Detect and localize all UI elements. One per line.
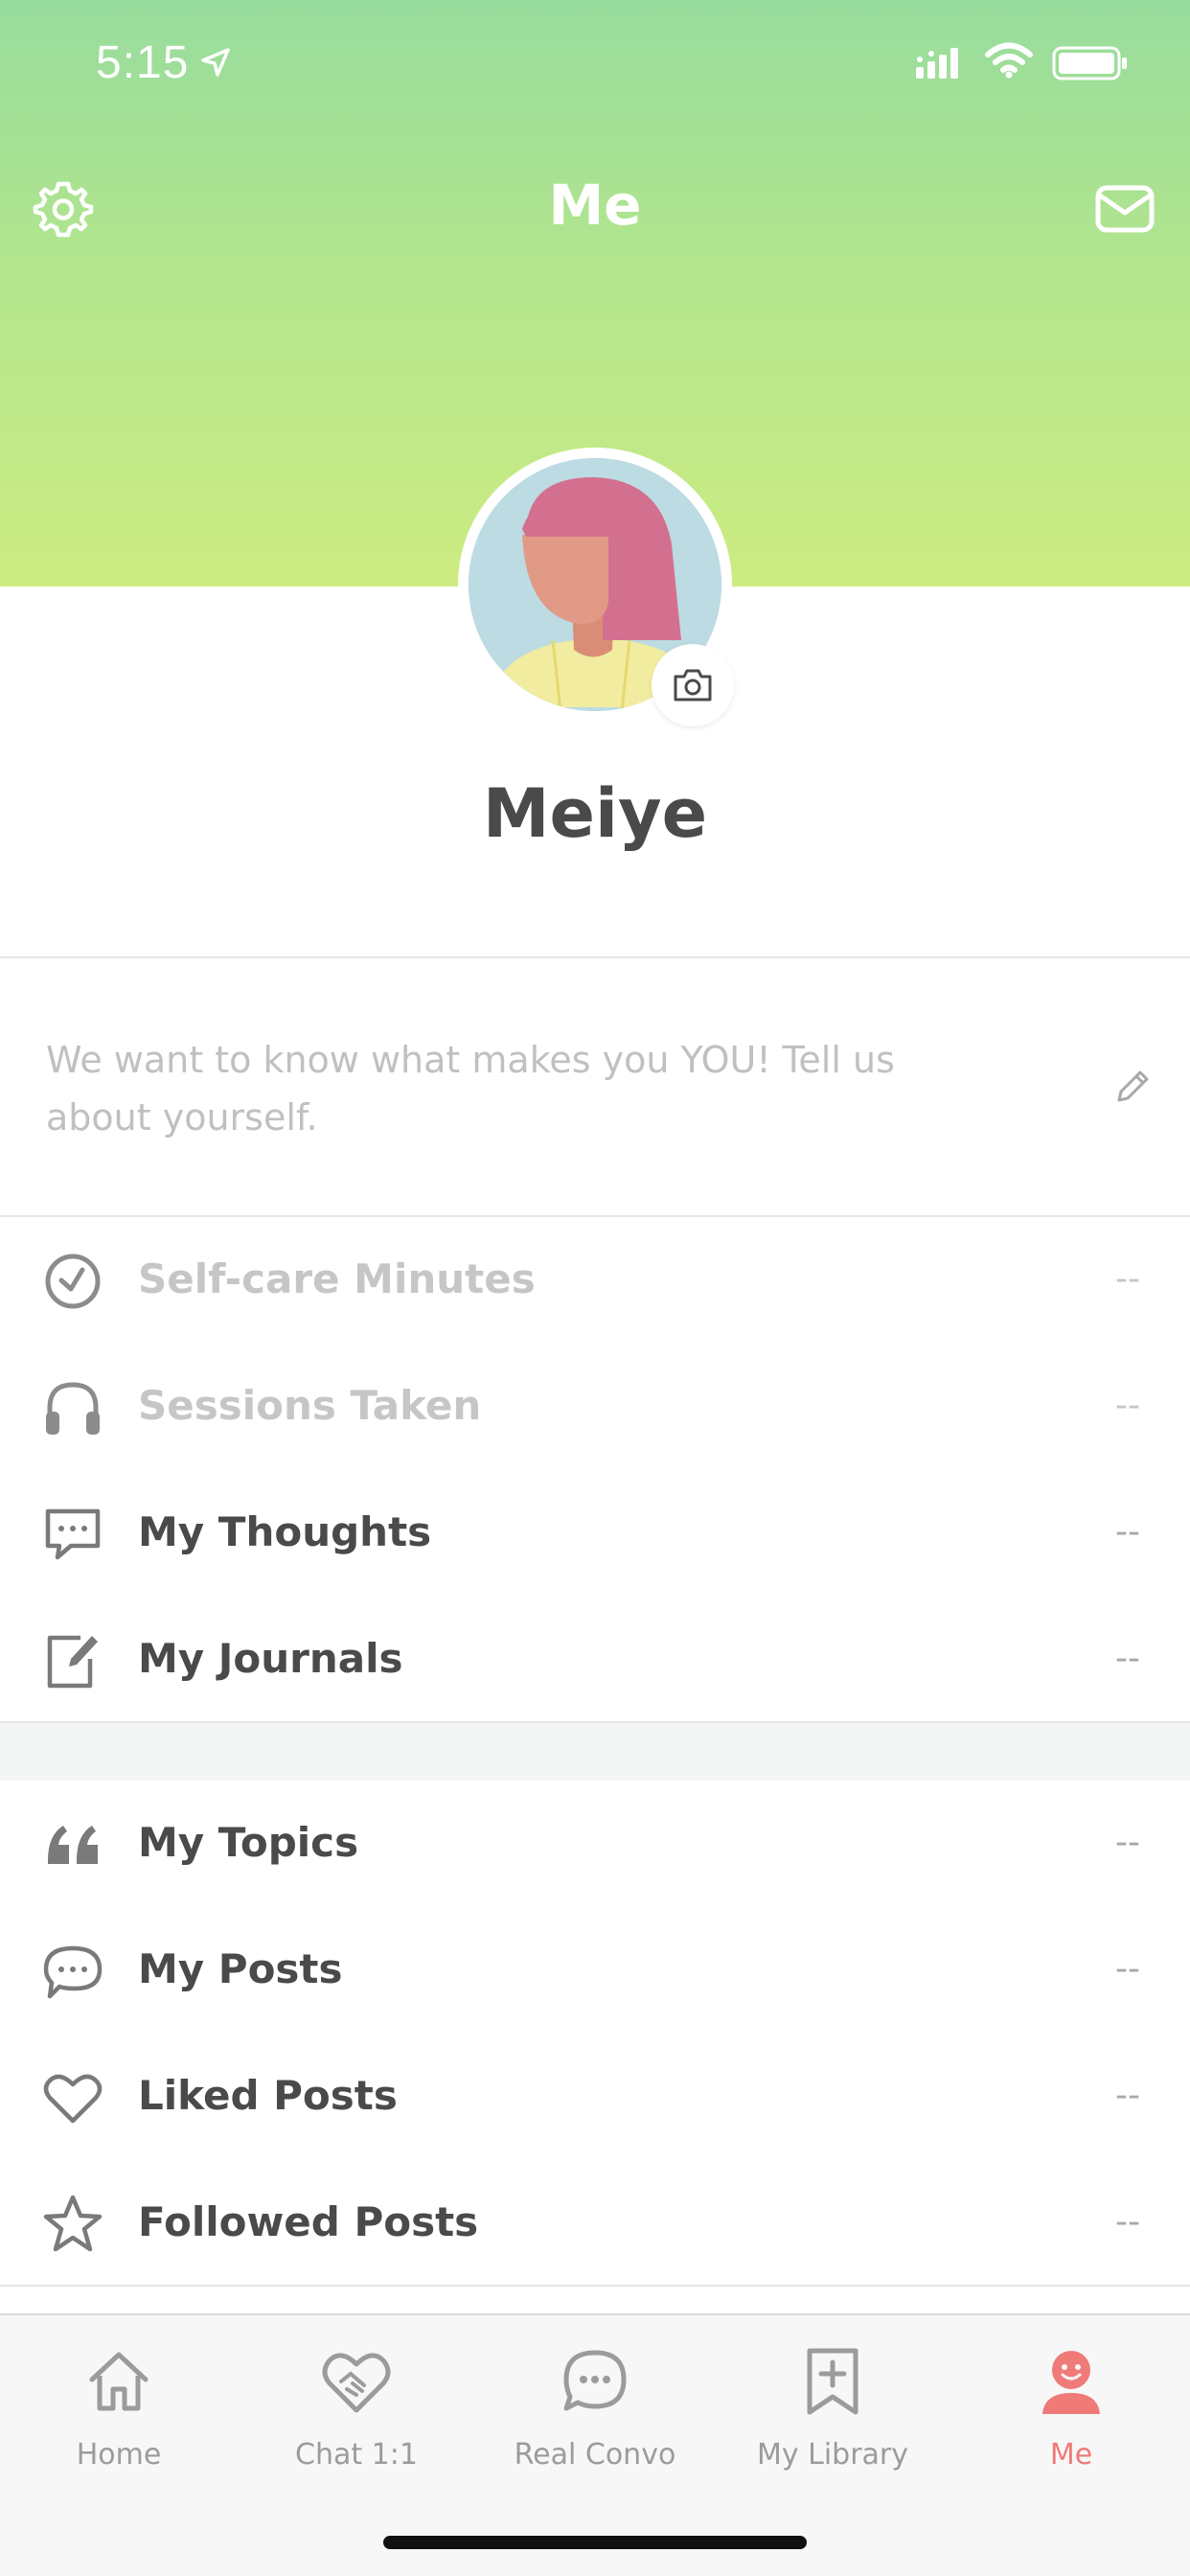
stat-label: Self-care Minutes	[138, 1255, 536, 1302]
tab-label: My Library	[756, 2438, 909, 2472]
row-value: --	[1115, 2202, 1140, 2242]
status-bar: 5:15	[0, 0, 1190, 125]
stat-row-my-thoughts[interactable]: My Thoughts --	[0, 1470, 1190, 1597]
tab-chat[interactable]: Chat 1:1	[238, 2340, 475, 2484]
handshake-heart-icon	[238, 2340, 475, 2423]
row-label: Followed Posts	[138, 2198, 479, 2245]
tab-label: Chat 1:1	[295, 2438, 418, 2472]
stat-row-my-journals[interactable]: My Journals --	[0, 1597, 1190, 1723]
bookmark-plus-icon	[714, 2340, 951, 2423]
tab-label: Home	[76, 2438, 162, 2472]
stat-value: --	[1115, 1512, 1140, 1552]
stat-label: My Thoughts	[138, 1508, 432, 1555]
row-label: Liked Posts	[138, 2072, 398, 2119]
journal-edit-icon	[42, 1630, 103, 1691]
stat-value: --	[1115, 1639, 1140, 1678]
cellular-signal-icon	[916, 48, 958, 79]
stat-value: --	[1115, 1259, 1140, 1299]
tab-real-convo[interactable]: Real Convo	[476, 2340, 714, 2484]
row-followed-posts[interactable]: Followed Posts --	[0, 2160, 1190, 2287]
row-liked-posts[interactable]: Liked Posts --	[0, 2034, 1190, 2160]
row-label: My Topics	[138, 1819, 359, 1866]
heart-icon	[42, 2067, 103, 2128]
wifi-icon	[985, 42, 1033, 79]
tab-label: Real Convo	[514, 2438, 676, 2472]
stat-label: Sessions Taken	[138, 1382, 482, 1429]
mail-icon[interactable]	[1094, 184, 1156, 234]
tab-me[interactable]: Me	[952, 2340, 1190, 2484]
divider	[0, 2285, 1190, 2287]
chat-circle-icon	[476, 2340, 714, 2423]
star-icon	[42, 2194, 103, 2255]
bio-field[interactable]: We want to know what makes you YOU! Tell…	[46, 1031, 1004, 1146]
chat-bubble-icon	[42, 1504, 103, 1565]
page-title: Me	[548, 172, 642, 238]
row-my-posts[interactable]: My Posts --	[0, 1907, 1190, 2034]
row-value: --	[1115, 2076, 1140, 2115]
home-indicator	[383, 2536, 807, 2549]
smiley-person-icon	[952, 2340, 1190, 2423]
row-my-topics[interactable]: My Topics --	[0, 1781, 1190, 1907]
section-separator	[0, 1723, 1190, 1781]
row-value: --	[1115, 1823, 1140, 1862]
row-value: --	[1115, 1949, 1140, 1989]
pencil-edit-icon[interactable]	[1113, 1066, 1154, 1106]
user-name: Meiye	[482, 774, 708, 853]
clock-icon	[42, 1251, 103, 1312]
change-photo-button[interactable]	[652, 644, 734, 726]
row-label: My Posts	[138, 1945, 343, 1992]
headphones-icon	[42, 1377, 103, 1438]
location-arrow-icon	[201, 48, 230, 77]
stat-row-self-care-minutes[interactable]: Self-care Minutes --	[0, 1217, 1190, 1344]
status-time: 5:15	[96, 37, 190, 88]
stat-label: My Journals	[138, 1635, 403, 1682]
quote-icon	[42, 1814, 103, 1875]
stat-value: --	[1115, 1386, 1140, 1425]
camera-icon	[674, 669, 712, 702]
battery-icon	[1052, 46, 1127, 80]
stat-row-sessions-taken[interactable]: Sessions Taken --	[0, 1344, 1190, 1470]
speech-bubble-icon	[42, 1941, 103, 2002]
home-icon	[0, 2340, 238, 2423]
tab-label: Me	[1049, 2438, 1093, 2472]
tab-home[interactable]: Home	[0, 2340, 238, 2484]
tab-my-library[interactable]: My Library	[714, 2340, 951, 2484]
divider	[0, 956, 1190, 958]
